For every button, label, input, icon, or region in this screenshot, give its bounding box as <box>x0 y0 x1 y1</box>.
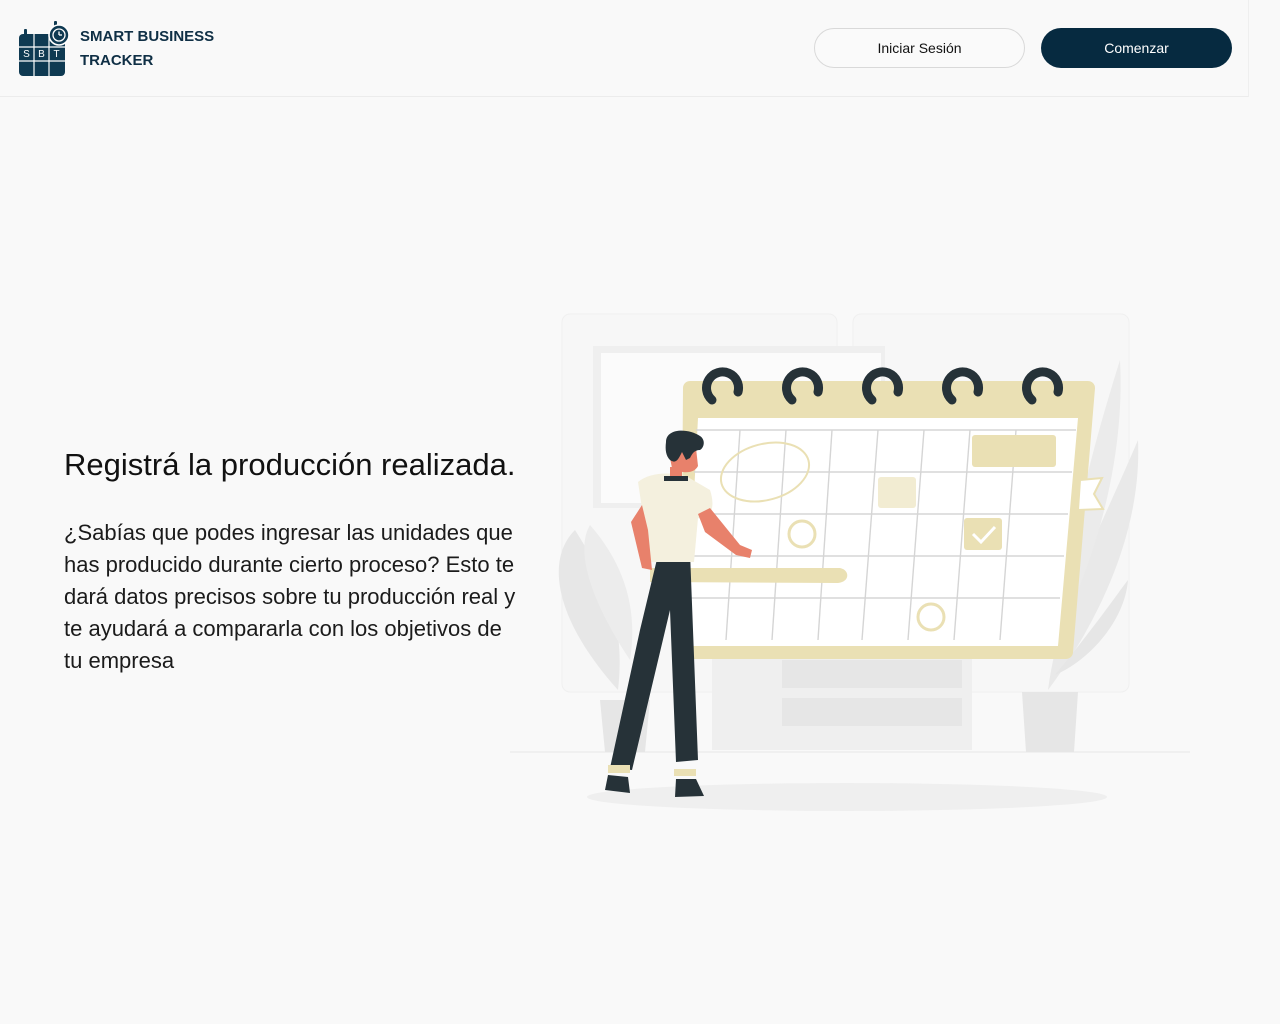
brand[interactable]: S B T SMART BUSINESS TRACKER <box>18 20 230 77</box>
start-button[interactable]: Comenzar <box>1041 28 1232 68</box>
logo-letter-s: S <box>23 49 30 60</box>
top-navbar: S B T SMART BUSINESS TRACKER Iniciar Ses… <box>0 0 1249 97</box>
logo-letter-b: B <box>38 49 45 60</box>
logo-letter-t: T <box>53 49 59 60</box>
login-button[interactable]: Iniciar Sesión <box>814 28 1025 68</box>
hero-description: ¿Sabías que podes ingresar las unidades … <box>64 520 516 673</box>
brand-name: SMART BUSINESS TRACKER <box>80 27 215 69</box>
calendar-planning-illustration-icon <box>510 313 1190 811</box>
calendar-clock-logo-icon: S B T <box>19 21 70 76</box>
hero-title: Registrá la producción realizada. <box>64 447 516 482</box>
